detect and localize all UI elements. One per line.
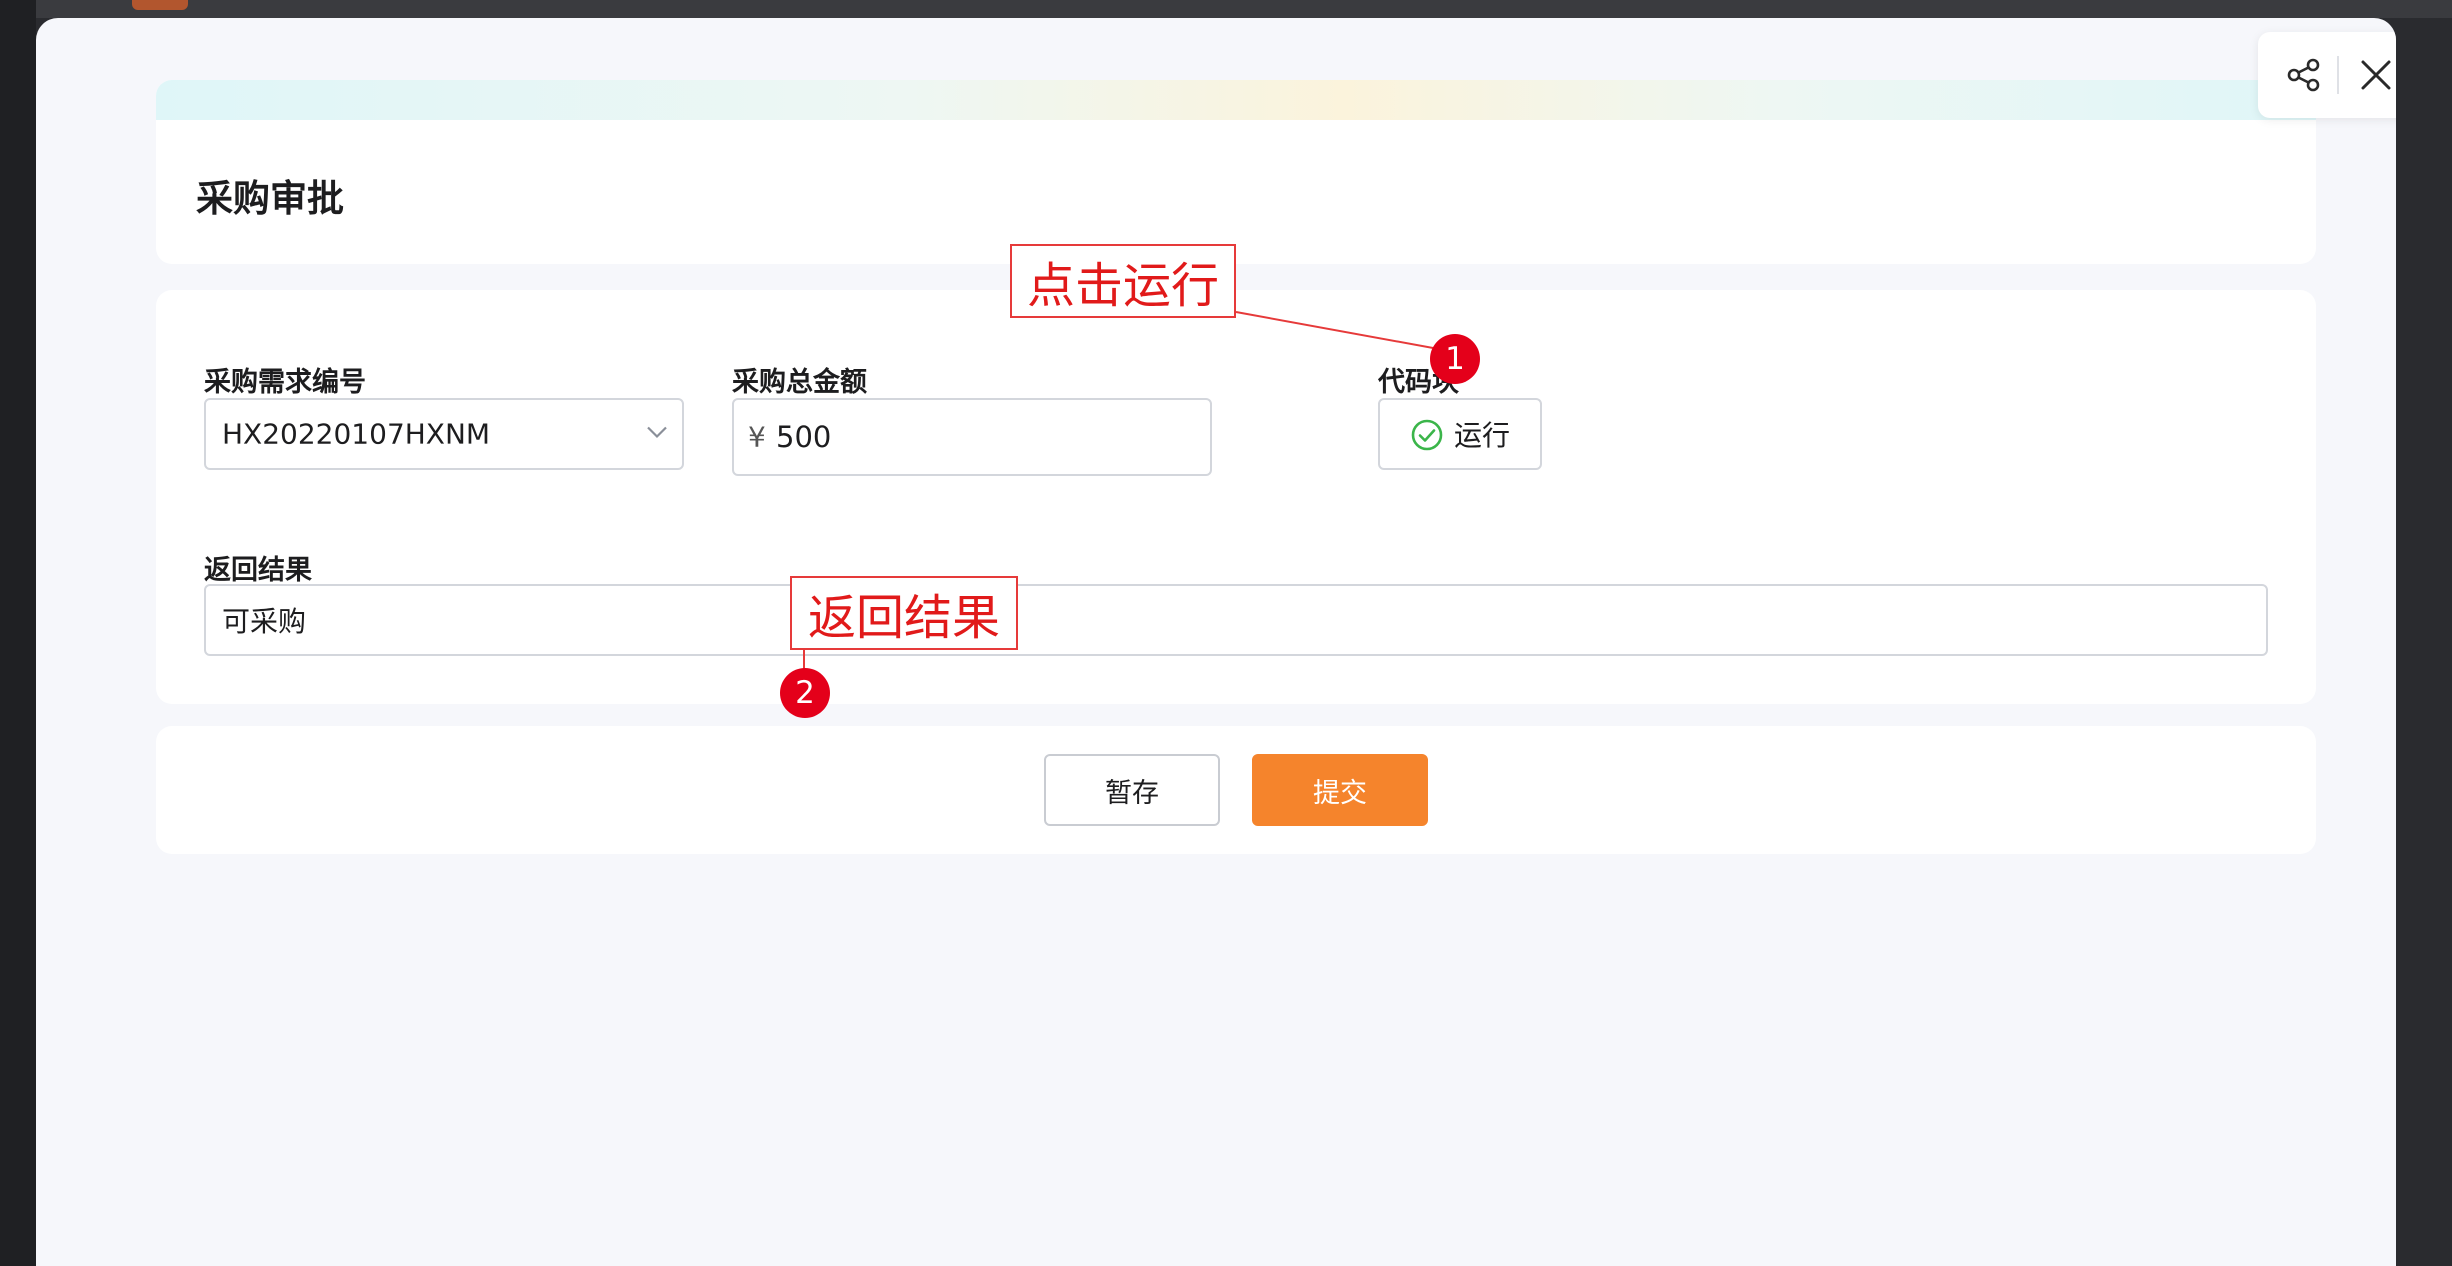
modal-toolbar	[2258, 32, 2396, 118]
requisition-no-select[interactable]: HX20220107HXNM	[204, 398, 684, 470]
header-gradient-banner	[156, 80, 2316, 120]
result-value: 可采购	[222, 605, 307, 638]
total-amount-value: 500	[776, 420, 832, 454]
share-icon[interactable]	[2282, 53, 2326, 97]
requisition-no-value: HX20220107HXNM	[222, 417, 491, 451]
close-icon[interactable]	[2354, 53, 2396, 97]
chevron-down-icon	[646, 425, 668, 444]
result-label: 返回结果	[204, 555, 312, 586]
result-input[interactable]: 可采购	[204, 584, 2268, 656]
annotation-badge-2: 2	[780, 668, 830, 718]
run-code-button[interactable]: 运行	[1378, 398, 1542, 470]
currency-symbol: ¥	[748, 420, 766, 454]
total-amount-input[interactable]: ¥ 500	[732, 398, 1212, 476]
toolbar-divider	[2337, 56, 2339, 94]
total-amount-label: 采购总金额	[732, 367, 867, 398]
annotation-badge-1: 1	[1430, 334, 1480, 384]
form-header-card: 采购审批	[156, 80, 2316, 264]
annotation-run-callout: 点击运行	[1010, 244, 1236, 318]
background-app-chip	[132, 0, 188, 10]
background-app-topbar	[0, 0, 2452, 18]
submit-button[interactable]: 提交	[1252, 754, 1428, 826]
approval-modal: 采购审批 采购需求编号 HX20220107HXNM 采购总金额 ¥ 500 代…	[36, 18, 2396, 1266]
check-circle-icon	[1410, 418, 1444, 456]
page-title: 采购审批	[196, 177, 344, 220]
run-button-label: 运行	[1454, 419, 1511, 452]
background-app-sidebar	[0, 0, 36, 1266]
form-actions-card: 暂存 提交	[156, 726, 2316, 854]
save-draft-button[interactable]: 暂存	[1044, 754, 1220, 826]
annotation-result-callout: 返回结果	[790, 576, 1018, 650]
form-body-card: 采购需求编号 HX20220107HXNM 采购总金额 ¥ 500 代码块 运行…	[156, 290, 2316, 704]
requisition-no-label: 采购需求编号	[204, 367, 366, 398]
